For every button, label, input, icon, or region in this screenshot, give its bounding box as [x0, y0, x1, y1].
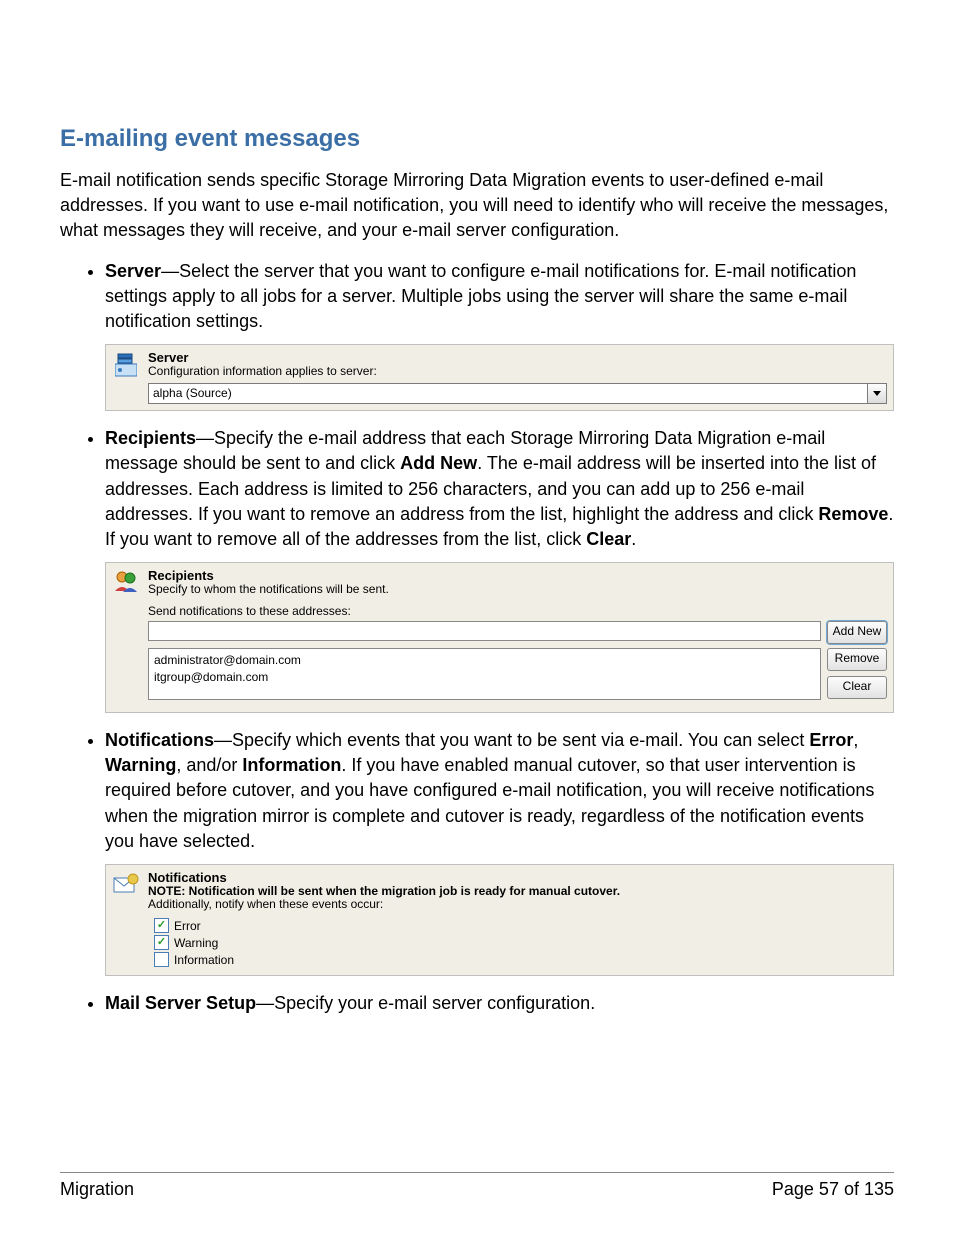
- checkbox-error-label: Error: [174, 920, 201, 932]
- page-title: E-mailing event messages: [60, 125, 894, 153]
- add-new-button[interactable]: Add New: [827, 621, 887, 644]
- checkbox-information-label: Information: [174, 954, 234, 966]
- footer-left: Migration: [60, 1179, 134, 1200]
- notifications-panel: Notifications NOTE: Notification will be…: [105, 864, 894, 976]
- bullet-mailserver-text: —Specify your e-mail server configuratio…: [256, 993, 595, 1013]
- bullet-mailserver-label: Mail Server Setup: [105, 993, 256, 1013]
- bullet-recipients: Recipients—Specify the e-mail address th…: [105, 426, 894, 713]
- recipients-bold-addnew: Add New: [400, 453, 477, 473]
- checkbox-warning-row[interactable]: Warning: [154, 935, 887, 950]
- notif-sep1: ,: [853, 730, 858, 750]
- recipients-addresses-label: Send notifications to these addresses:: [148, 605, 887, 617]
- recipient-email-input[interactable]: [148, 621, 821, 641]
- checkbox-error[interactable]: [154, 918, 169, 933]
- notifications-panel-sub: Additionally, notify when these events o…: [148, 898, 887, 910]
- page-footer: Migration Page 57 of 135: [60, 1172, 894, 1200]
- recipients-panel: Recipients Specify to whom the notificat…: [105, 562, 894, 713]
- notif-b2: Warning: [105, 755, 176, 775]
- notifications-panel-note: NOTE: Notification will be sent when the…: [148, 885, 887, 897]
- recipients-icon: [113, 571, 139, 593]
- intro-paragraph: E-mail notification sends specific Stora…: [60, 168, 894, 244]
- list-item[interactable]: administrator@domain.com: [154, 652, 815, 669]
- recipients-panel-title: Recipients: [148, 569, 887, 582]
- bullet-notifications-label: Notifications: [105, 730, 214, 750]
- notif-prefix: —Specify which events that you want to b…: [214, 730, 809, 750]
- notif-b1: Error: [809, 730, 853, 750]
- checkbox-information-row[interactable]: Information: [154, 952, 887, 967]
- checkbox-information[interactable]: [154, 952, 169, 967]
- recipients-panel-sub: Specify to whom the notifications will b…: [148, 583, 887, 595]
- server-icon: [115, 353, 137, 377]
- notifications-panel-title: Notifications: [148, 871, 887, 884]
- dropdown-button[interactable]: [868, 383, 887, 404]
- chevron-down-icon: [873, 391, 881, 397]
- bullet-notifications: Notifications—Specify which events that …: [105, 728, 894, 976]
- bullet-server-label: Server: [105, 261, 161, 281]
- mail-notification-icon: [113, 873, 139, 895]
- list-item[interactable]: itgroup@domain.com: [154, 669, 815, 686]
- server-select[interactable]: alpha (Source): [148, 383, 887, 404]
- notif-b3: Information: [242, 755, 341, 775]
- bullet-server: Server—Select the server that you want t…: [105, 259, 894, 412]
- server-panel-title: Server: [148, 351, 887, 364]
- clear-button[interactable]: Clear: [827, 676, 887, 699]
- checkbox-error-row[interactable]: Error: [154, 918, 887, 933]
- server-select-value: alpha (Source): [148, 383, 868, 404]
- recipients-text-3: .: [631, 529, 636, 549]
- bullet-mailserver: Mail Server Setup—Specify your e-mail se…: [105, 991, 894, 1016]
- recipients-bold-clear: Clear: [586, 529, 631, 549]
- bullet-recipients-label: Recipients: [105, 428, 196, 448]
- bullet-server-text: —Select the server that you want to conf…: [105, 261, 856, 331]
- notif-sep2: , and/or: [176, 755, 242, 775]
- checkbox-warning[interactable]: [154, 935, 169, 950]
- remove-button[interactable]: Remove: [827, 648, 887, 671]
- server-panel: Server Configuration information applies…: [105, 344, 894, 411]
- recipients-bold-remove: Remove: [818, 504, 888, 524]
- footer-right: Page 57 of 135: [772, 1179, 894, 1200]
- server-panel-sub: Configuration information applies to ser…: [148, 365, 887, 377]
- checkbox-warning-label: Warning: [174, 937, 218, 949]
- recipients-list[interactable]: administrator@domain.com itgroup@domain.…: [148, 648, 821, 700]
